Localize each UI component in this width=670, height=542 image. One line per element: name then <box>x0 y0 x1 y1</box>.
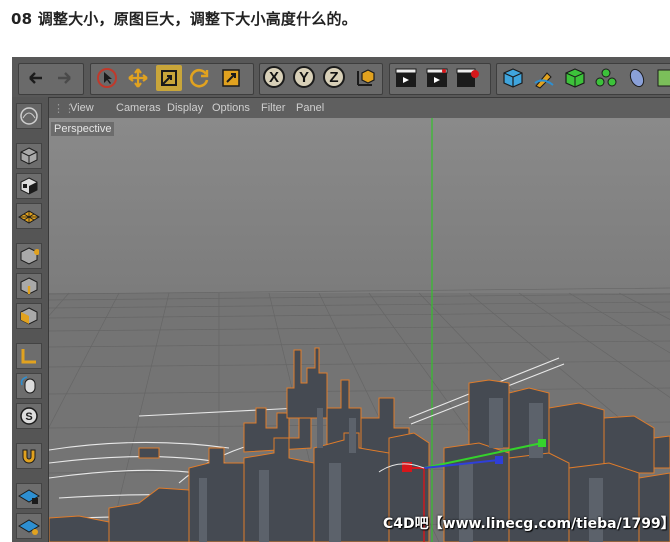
menu-panel[interactable]: Panel <box>296 102 324 114</box>
coordinate-system-icon[interactable] <box>352 65 378 91</box>
workplane-lock-icon[interactable] <box>16 483 42 509</box>
deformer-icon[interactable] <box>624 65 650 91</box>
grid-lock-icon[interactable] <box>16 513 42 539</box>
edges-mode-icon[interactable] <box>16 273 42 299</box>
pen-spline-icon[interactable] <box>531 65 557 91</box>
tweak-mode-icon[interactable] <box>16 373 42 399</box>
watermark-text: C4D吧【www.linecg.com/tieba/1799】 <box>383 516 670 532</box>
make-editable-icon[interactable] <box>16 103 42 129</box>
menu-cameras[interactable]: Cameras <box>116 102 161 114</box>
menu-filter[interactable]: Filter <box>261 102 285 114</box>
menu-display[interactable]: Display <box>167 102 203 114</box>
viewport-menubar: ⋮⋮ View Cameras Display Options Filter P… <box>49 98 670 118</box>
texture-mode-icon[interactable] <box>16 173 42 199</box>
mode-palette: S <box>12 97 49 542</box>
perspective-viewport[interactable]: Perspective <box>49 118 670 542</box>
cinema4d-window: X Y Z S ⋮⋮ View Cameras Display Options … <box>12 57 670 542</box>
points-mode-icon[interactable] <box>16 243 42 269</box>
viewport-camera-label[interactable]: Perspective <box>51 122 115 136</box>
post-heading: 08 调整大小，原图巨大，调整下大小高度什么的。 <box>11 10 357 28</box>
cube-object-icon[interactable] <box>500 65 526 91</box>
main-toolbar: X Y Z <box>12 57 670 98</box>
subdivision-surface-icon[interactable] <box>562 65 588 91</box>
render-picture-viewer-icon[interactable] <box>424 65 450 91</box>
magnet-tool-icon[interactable] <box>16 443 42 469</box>
cloner-icon[interactable] <box>593 65 619 91</box>
render-view-icon[interactable] <box>393 65 419 91</box>
redo-icon[interactable] <box>52 65 78 91</box>
polygons-mode-icon[interactable] <box>16 303 42 329</box>
x-axis-lock-icon[interactable]: X <box>263 66 285 88</box>
z-axis-lock-icon[interactable]: Z <box>323 66 345 88</box>
svg-text:S: S <box>25 411 32 423</box>
undo-icon[interactable] <box>22 65 48 91</box>
render-settings-icon[interactable] <box>455 65 481 91</box>
axis-mode-icon[interactable] <box>16 343 42 369</box>
y-axis-lock-icon[interactable]: Y <box>293 66 315 88</box>
select-tool-icon[interactable] <box>94 65 120 91</box>
scale-alt-tool-icon[interactable] <box>218 65 244 91</box>
scale-tool-icon[interactable] <box>156 65 182 91</box>
menu-view[interactable]: View <box>70 102 94 114</box>
snapping-icon[interactable]: S <box>16 403 42 429</box>
viewport-background <box>49 118 670 293</box>
rotate-tool-icon[interactable] <box>187 65 213 91</box>
workplane-mode-icon[interactable] <box>16 203 42 229</box>
viewport-scene <box>49 118 670 542</box>
move-tool-icon[interactable] <box>125 65 151 91</box>
menu-options[interactable]: Options <box>212 102 250 114</box>
scene-icon[interactable] <box>652 65 670 91</box>
model-mode-icon[interactable] <box>16 143 42 169</box>
